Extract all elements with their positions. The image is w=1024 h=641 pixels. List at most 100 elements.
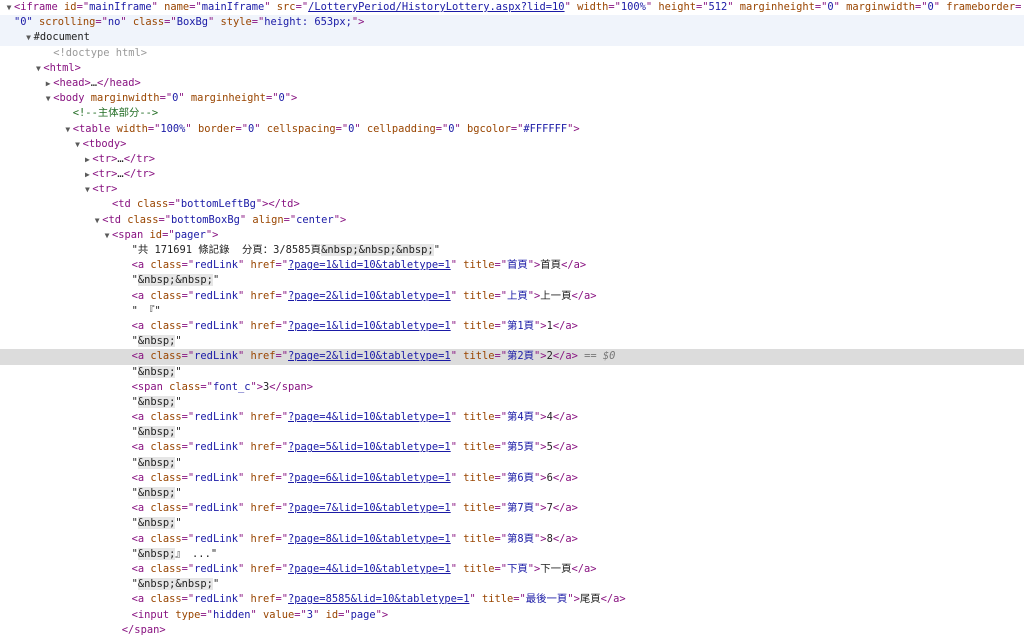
dom-node-row[interactable]: <a class="redLink" href="?page=1&lid=10&… xyxy=(0,319,1024,334)
attr-link[interactable]: ?page=1&lid=10&tabletype=1 xyxy=(288,259,451,271)
dom-node-row[interactable]: ▼ <body marginwidth="0" marginheight="0"> xyxy=(0,91,1024,106)
dom-node-row[interactable]: <a class="redLink" href="?page=8&lid=10&… xyxy=(0,532,1024,547)
text-node: "共 171691 條記錄 分頁：3/8585頁 xyxy=(131,244,322,256)
dom-node-row[interactable]: "&nbsp;" xyxy=(0,456,1024,471)
attr-link[interactable]: ?page=8&lid=10&tabletype=1 xyxy=(288,533,451,545)
dom-node-row[interactable]: <a class="redLink" href="?page=8585&lid=… xyxy=(0,592,1024,607)
dom-node-row[interactable]: <a class="redLink" href="?page=5&lid=10&… xyxy=(0,440,1024,455)
attr-value: 512 xyxy=(708,1,728,13)
dom-node-row[interactable]: <a class="redLink" href="?page=6&lid=10&… xyxy=(0,471,1024,486)
dom-tree-panel[interactable]: ▼ <iframe id="mainIframe" name="mainIfram… xyxy=(0,0,1024,638)
dom-node-row-selected[interactable]: <a class="redLink" href="?page=2&lid=10&… xyxy=(0,349,1024,365)
tag-token: " xyxy=(450,441,464,454)
tag-token: " xyxy=(450,259,464,272)
dom-node-row[interactable]: ▼ #document xyxy=(0,30,1024,46)
tag-token: "> xyxy=(205,228,219,241)
attr-link[interactable]: ?page=2&lid=10&tabletype=1 xyxy=(288,350,451,362)
dom-node-row[interactable]: <!--主体部分--> xyxy=(0,106,1024,121)
collapse-triangle-icon[interactable]: ▼ xyxy=(4,0,14,15)
attr-value: 100% xyxy=(620,1,646,13)
attr-name: border xyxy=(197,122,236,135)
tag-token: =" xyxy=(494,319,507,332)
dom-node-row[interactable]: "&nbsp;&nbsp;" xyxy=(0,273,1024,288)
attr-link[interactable]: ?page=6&lid=10&tabletype=1 xyxy=(288,472,451,484)
dom-node-row[interactable]: "&nbsp;』 ..." xyxy=(0,547,1024,562)
tag-token: </head> xyxy=(97,76,141,89)
attr-value: 第1頁 xyxy=(507,319,535,332)
attr-link[interactable]: ?page=5&lid=10&tabletype=1 xyxy=(288,441,451,453)
expand-triangle-icon[interactable]: ▶ xyxy=(82,167,92,182)
attr-name: href xyxy=(250,350,276,363)
dom-node-row[interactable]: <a class="redLink" href="?page=2&lid=10&… xyxy=(0,289,1024,304)
collapse-triangle-icon[interactable]: ▼ xyxy=(82,182,92,197)
dom-node-row[interactable]: <a class="redLink" href="?page=7&lid=10&… xyxy=(0,501,1024,516)
attr-name: href xyxy=(250,411,276,424)
dom-node-row[interactable]: " 『" xyxy=(0,304,1024,319)
collapse-triangle-icon[interactable]: ▼ xyxy=(33,61,43,76)
tag-token: =" xyxy=(181,319,195,332)
attr-name: class xyxy=(150,259,182,272)
tag-token: " xyxy=(120,16,133,29)
dom-node-row[interactable]: <span class="font_c">3</span> xyxy=(0,380,1024,395)
tag-token: " xyxy=(237,411,251,424)
tag-token: =" xyxy=(513,593,526,606)
dom-node-row[interactable]: ▶ <tr>…</tr> xyxy=(0,167,1024,182)
attr-name: href xyxy=(250,532,276,545)
attr-link[interactable]: ?page=4&lid=10&tabletype=1 xyxy=(288,411,451,423)
dom-node-row[interactable]: ▼ <tbody> xyxy=(0,137,1024,152)
dom-node-row[interactable]: "&nbsp;" xyxy=(0,486,1024,501)
attr-link[interactable]: ?page=4&lid=10&tabletype=1 xyxy=(288,563,451,575)
collapse-triangle-icon[interactable]: ▼ xyxy=(43,91,53,106)
dom-node-row[interactable]: <a class="redLink" href="?page=4&lid=10&… xyxy=(0,410,1024,425)
dom-node-row[interactable]: ▼ <span id="pager"> xyxy=(0,228,1024,243)
tag-token: " xyxy=(454,122,468,135)
tag-token: " xyxy=(450,411,464,424)
dom-node-row[interactable]: </span> xyxy=(0,623,1024,638)
attr-link[interactable]: ?page=7&lid=10&tabletype=1 xyxy=(288,502,451,514)
attr-name: class xyxy=(150,441,182,454)
attr-value: 第7頁 xyxy=(507,502,535,515)
dom-node-row[interactable]: ▼ <iframe id="mainIframe" name="mainIfram… xyxy=(0,0,1024,15)
tag-token: " xyxy=(237,562,251,575)
dom-node-row[interactable]: ▼ <tr> xyxy=(0,182,1024,197)
tag-token: " xyxy=(450,532,464,545)
dom-node-row[interactable]: "&nbsp;" xyxy=(0,395,1024,410)
collapse-triangle-icon[interactable]: ▼ xyxy=(92,213,102,228)
dom-node-row[interactable]: "共 171691 條記錄 分頁：3/8585頁&nbsp;&nbsp;&nbs… xyxy=(0,243,1024,258)
collapse-triangle-icon[interactable]: ▼ xyxy=(73,137,83,152)
collapse-triangle-icon[interactable]: ▼ xyxy=(24,30,34,45)
selected-marker: == $0 xyxy=(577,350,616,363)
dom-node-row[interactable]: ▶ <head>…</head> xyxy=(0,76,1024,91)
dom-node-row[interactable]: "&nbsp;" xyxy=(0,334,1024,349)
dom-node-row[interactable]: <!doctype html> xyxy=(0,46,1024,61)
dom-node-row[interactable]: "0" scrolling="no" class="BoxBg" style="… xyxy=(0,15,1024,31)
tag-token: <head> xyxy=(53,76,91,89)
dom-node-row[interactable]: "&nbsp;&nbsp;" xyxy=(0,577,1024,592)
dom-node-row[interactable]: ▶ <tr>…</tr> xyxy=(0,152,1024,167)
dom-node-row[interactable]: <td class="bottomLeftBg"></td> xyxy=(0,197,1024,212)
dom-node-row[interactable]: "&nbsp;" xyxy=(0,425,1024,440)
tag-token: " xyxy=(237,350,251,363)
expand-triangle-icon[interactable]: ▶ xyxy=(43,76,53,91)
dom-node-row[interactable]: ▼ <td class="bottomBoxBg" align="center"> xyxy=(0,213,1024,228)
expand-triangle-icon[interactable]: ▶ xyxy=(82,152,92,167)
doctype-node: <!doctype html> xyxy=(53,46,148,59)
dom-node-row[interactable]: ▼ <html> xyxy=(0,61,1024,76)
tag-token: =" xyxy=(76,1,90,13)
tag-token: " xyxy=(237,441,251,454)
collapse-triangle-icon[interactable]: ▼ xyxy=(102,228,112,243)
dom-node-row[interactable]: <a class="redLink" href="?page=1&lid=10&… xyxy=(0,258,1024,273)
attr-link[interactable]: ?page=8585&lid=10&tabletype=1 xyxy=(288,593,469,605)
dom-node-row[interactable]: <input type="hidden" value="3" id="page"… xyxy=(0,608,1024,623)
collapse-triangle-icon[interactable]: ▼ xyxy=(63,122,73,137)
dom-node-row[interactable]: "&nbsp;" xyxy=(0,365,1024,380)
attr-value: page xyxy=(350,608,376,621)
attr-link[interactable]: ?page=1&lid=10&tabletype=1 xyxy=(288,320,451,332)
attr-link[interactable]: ?page=2&lid=10&tabletype=1 xyxy=(288,290,451,302)
dom-node-row[interactable]: <a class="redLink" href="?page=4&lid=10&… xyxy=(0,562,1024,577)
dom-node-row[interactable]: "&nbsp;" xyxy=(0,516,1024,531)
attr-value: 最後一頁 xyxy=(525,593,568,606)
dom-node-row[interactable]: ▼ <table width="100%" border="0" cellspac… xyxy=(0,122,1024,137)
attr-value: 第8頁 xyxy=(507,532,535,545)
attr-link[interactable]: /LotteryPeriod/HistoryLottery.aspx?lid=1… xyxy=(308,1,564,13)
